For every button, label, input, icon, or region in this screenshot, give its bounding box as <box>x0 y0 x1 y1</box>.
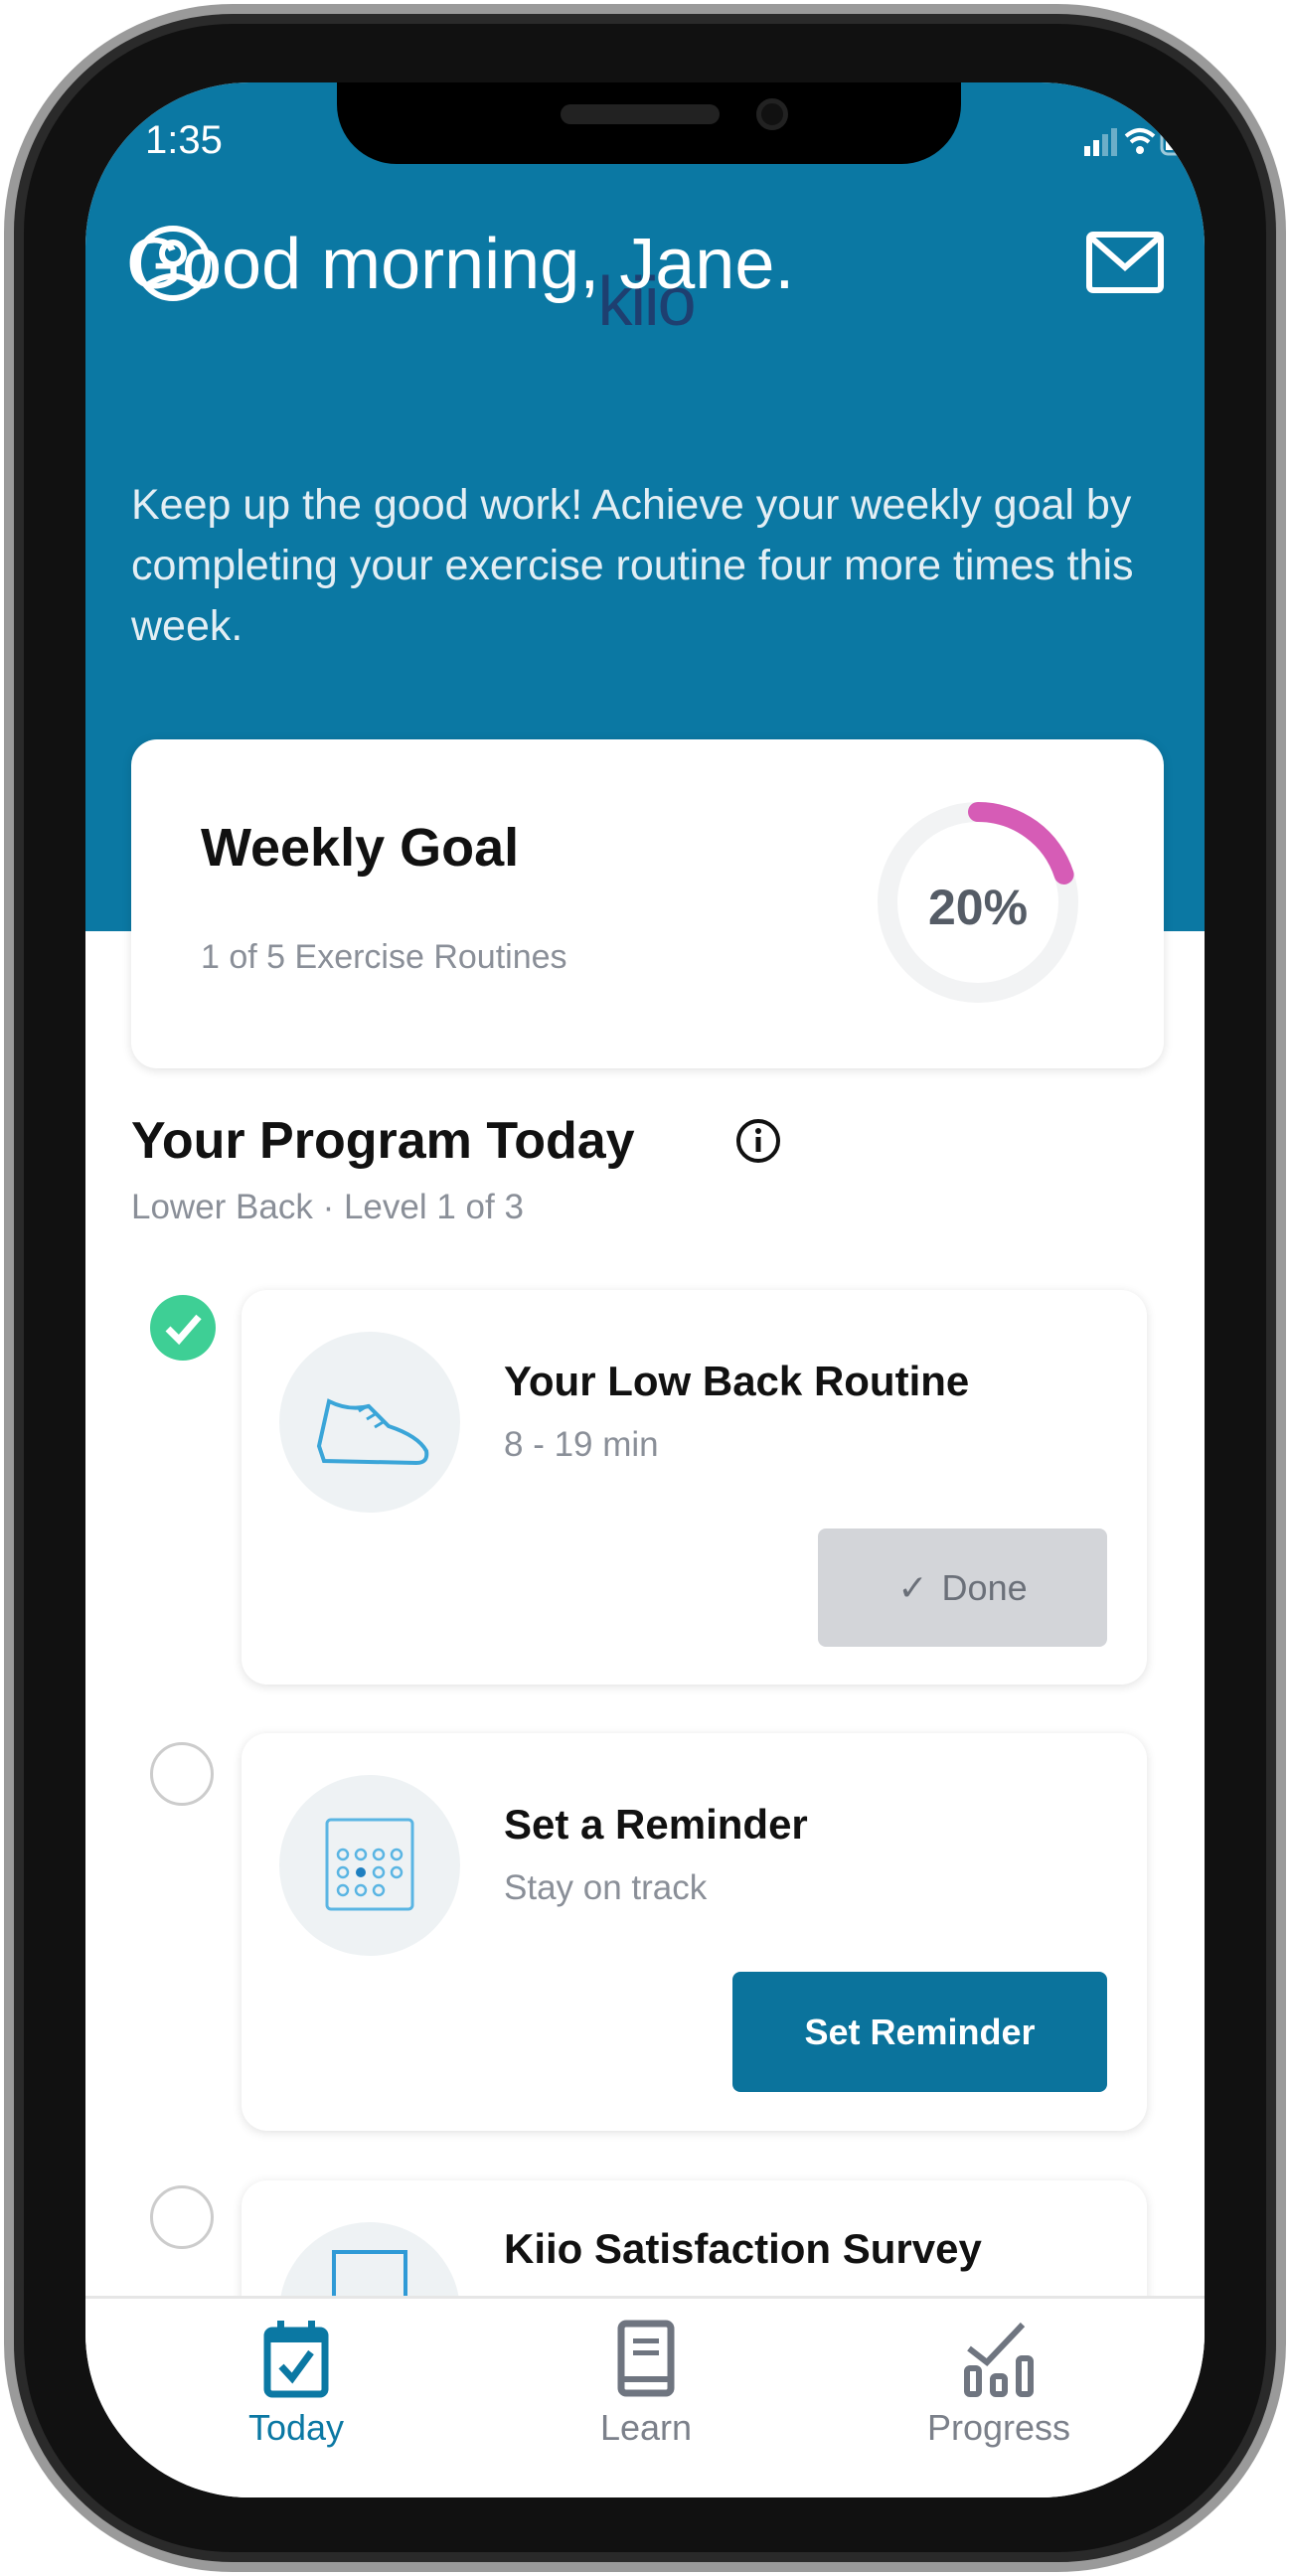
book-icon <box>617 2320 675 2397</box>
program-item-card[interactable]: Set a Reminder Stay on track Set Reminde… <box>242 1733 1147 2131</box>
tab-learn[interactable]: Learn <box>497 2319 795 2449</box>
program-item-card[interactable]: Your Low Back Routine 8 - 19 min ✓ Done <box>242 1290 1147 1685</box>
set-reminder-button[interactable]: Set Reminder <box>732 1972 1107 2092</box>
speaker <box>561 104 720 124</box>
tab-label: Progress <box>926 2407 1071 2448</box>
status-time: 1:35 <box>145 118 223 162</box>
item-title: Kiio Satisfaction Survey <box>504 2225 982 2272</box>
screen: 1:35 kiio Good morning, Jane. Keep up th… <box>85 82 1205 2497</box>
tab-label: Learn <box>599 2407 693 2448</box>
tab-progress[interactable]: Progress <box>850 2319 1148 2449</box>
item-subtitle: 8 - 19 min <box>504 1425 659 1464</box>
tab-today[interactable]: Today <box>147 2319 445 2449</box>
incomplete-circle[interactable] <box>150 1742 214 1806</box>
done-label: Done <box>941 1566 1028 1608</box>
mail-icon[interactable] <box>1086 232 1164 293</box>
completed-check-icon[interactable] <box>150 1295 216 1361</box>
calendar-icon <box>325 1818 414 1911</box>
greeting-title: Good morning, Jane. <box>126 225 795 304</box>
item-title: Set a Reminder <box>504 1801 808 1848</box>
check-icon: ✓ <box>897 1566 928 1608</box>
status-icons <box>1084 126 1194 156</box>
camera <box>756 98 788 130</box>
weekly-goal-title: Weekly Goal <box>201 818 520 878</box>
sneaker-icon-circle <box>279 1332 460 1513</box>
progress-chart-icon <box>964 2322 1034 2397</box>
greeting-message: Keep up the good work! Achieve your week… <box>131 481 1134 650</box>
tab-label: Today <box>247 2407 345 2448</box>
info-icon[interactable] <box>733 1116 783 1166</box>
done-button[interactable]: ✓ Done <box>818 1529 1107 1647</box>
weekly-goal-subtitle: 1 of 5 Exercise Routines <box>201 938 567 976</box>
notch <box>337 82 961 164</box>
program-title: Your Program Today <box>131 1112 635 1170</box>
weekly-goal-card[interactable]: Weekly Goal 1 of 5 Exercise Routines 20% <box>131 739 1164 1068</box>
calendar-icon-circle <box>279 1775 460 1956</box>
item-title: Your Low Back Routine <box>504 1358 970 1404</box>
calendar-check-icon <box>263 2321 329 2398</box>
sneaker-icon <box>316 1398 429 1466</box>
weekly-goal-percent: 20% <box>927 880 1029 935</box>
incomplete-circle[interactable] <box>150 2185 214 2249</box>
item-subtitle: Stay on track <box>504 1868 708 1907</box>
tab-bar: Today Learn Progress <box>85 2296 1205 2497</box>
program-subtitle: Lower Back · Level 1 of 3 <box>131 1188 524 1226</box>
